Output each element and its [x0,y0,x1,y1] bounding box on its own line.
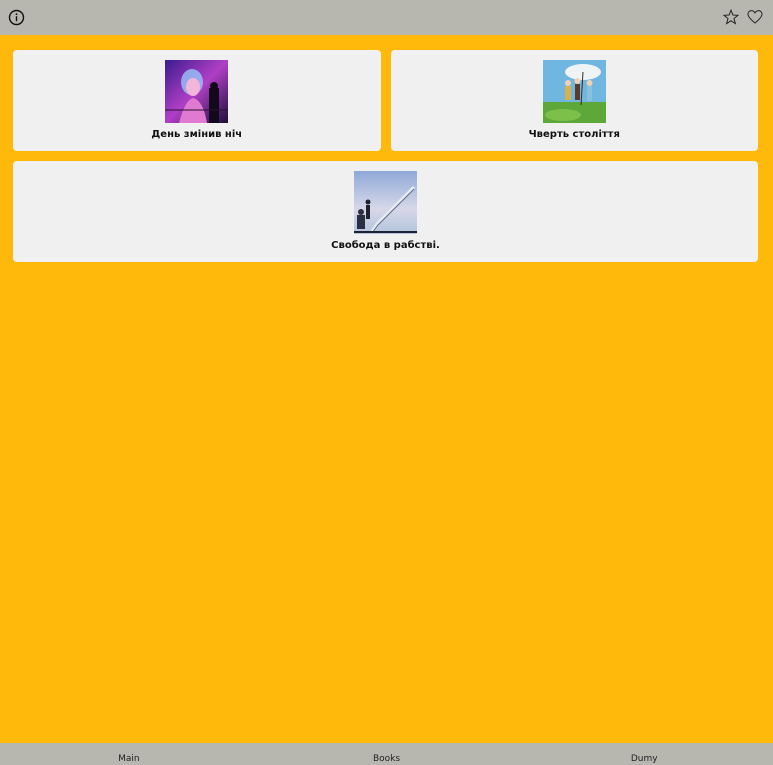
heart-icon[interactable] [745,7,765,27]
bottom-nav: Main Books Dumy [0,743,773,765]
nav-label: Dumy [630,754,658,764]
nav-dumy[interactable]: Dumy [515,743,773,765]
card-title: День змінив ніч [151,129,243,140]
card-den-zminyv-nich[interactable]: День змінив ніч [13,50,381,151]
card-svoboda-v-rabstvi[interactable]: Свобода в рабстві. [13,161,758,262]
info-icon[interactable] [6,7,26,27]
nav-label: Main [118,754,140,764]
card-chvert-stolittia[interactable]: Чверть століття [390,50,758,151]
star-icon[interactable] [721,7,741,27]
stairs-silhouette-image [354,171,417,234]
nav-label: Books [372,754,401,764]
meadow-picnic-image [542,60,606,123]
card-grid: День змінив ніч Чверть століття Свобода … [13,50,758,272]
card-title: Свобода в рабстві. [331,240,440,251]
nav-books[interactable]: Books [258,743,516,765]
nav-main[interactable]: Main [0,743,258,765]
card-title: Чверть століття [528,129,620,140]
neon-portrait-image [165,60,229,123]
top-bar [0,0,773,35]
